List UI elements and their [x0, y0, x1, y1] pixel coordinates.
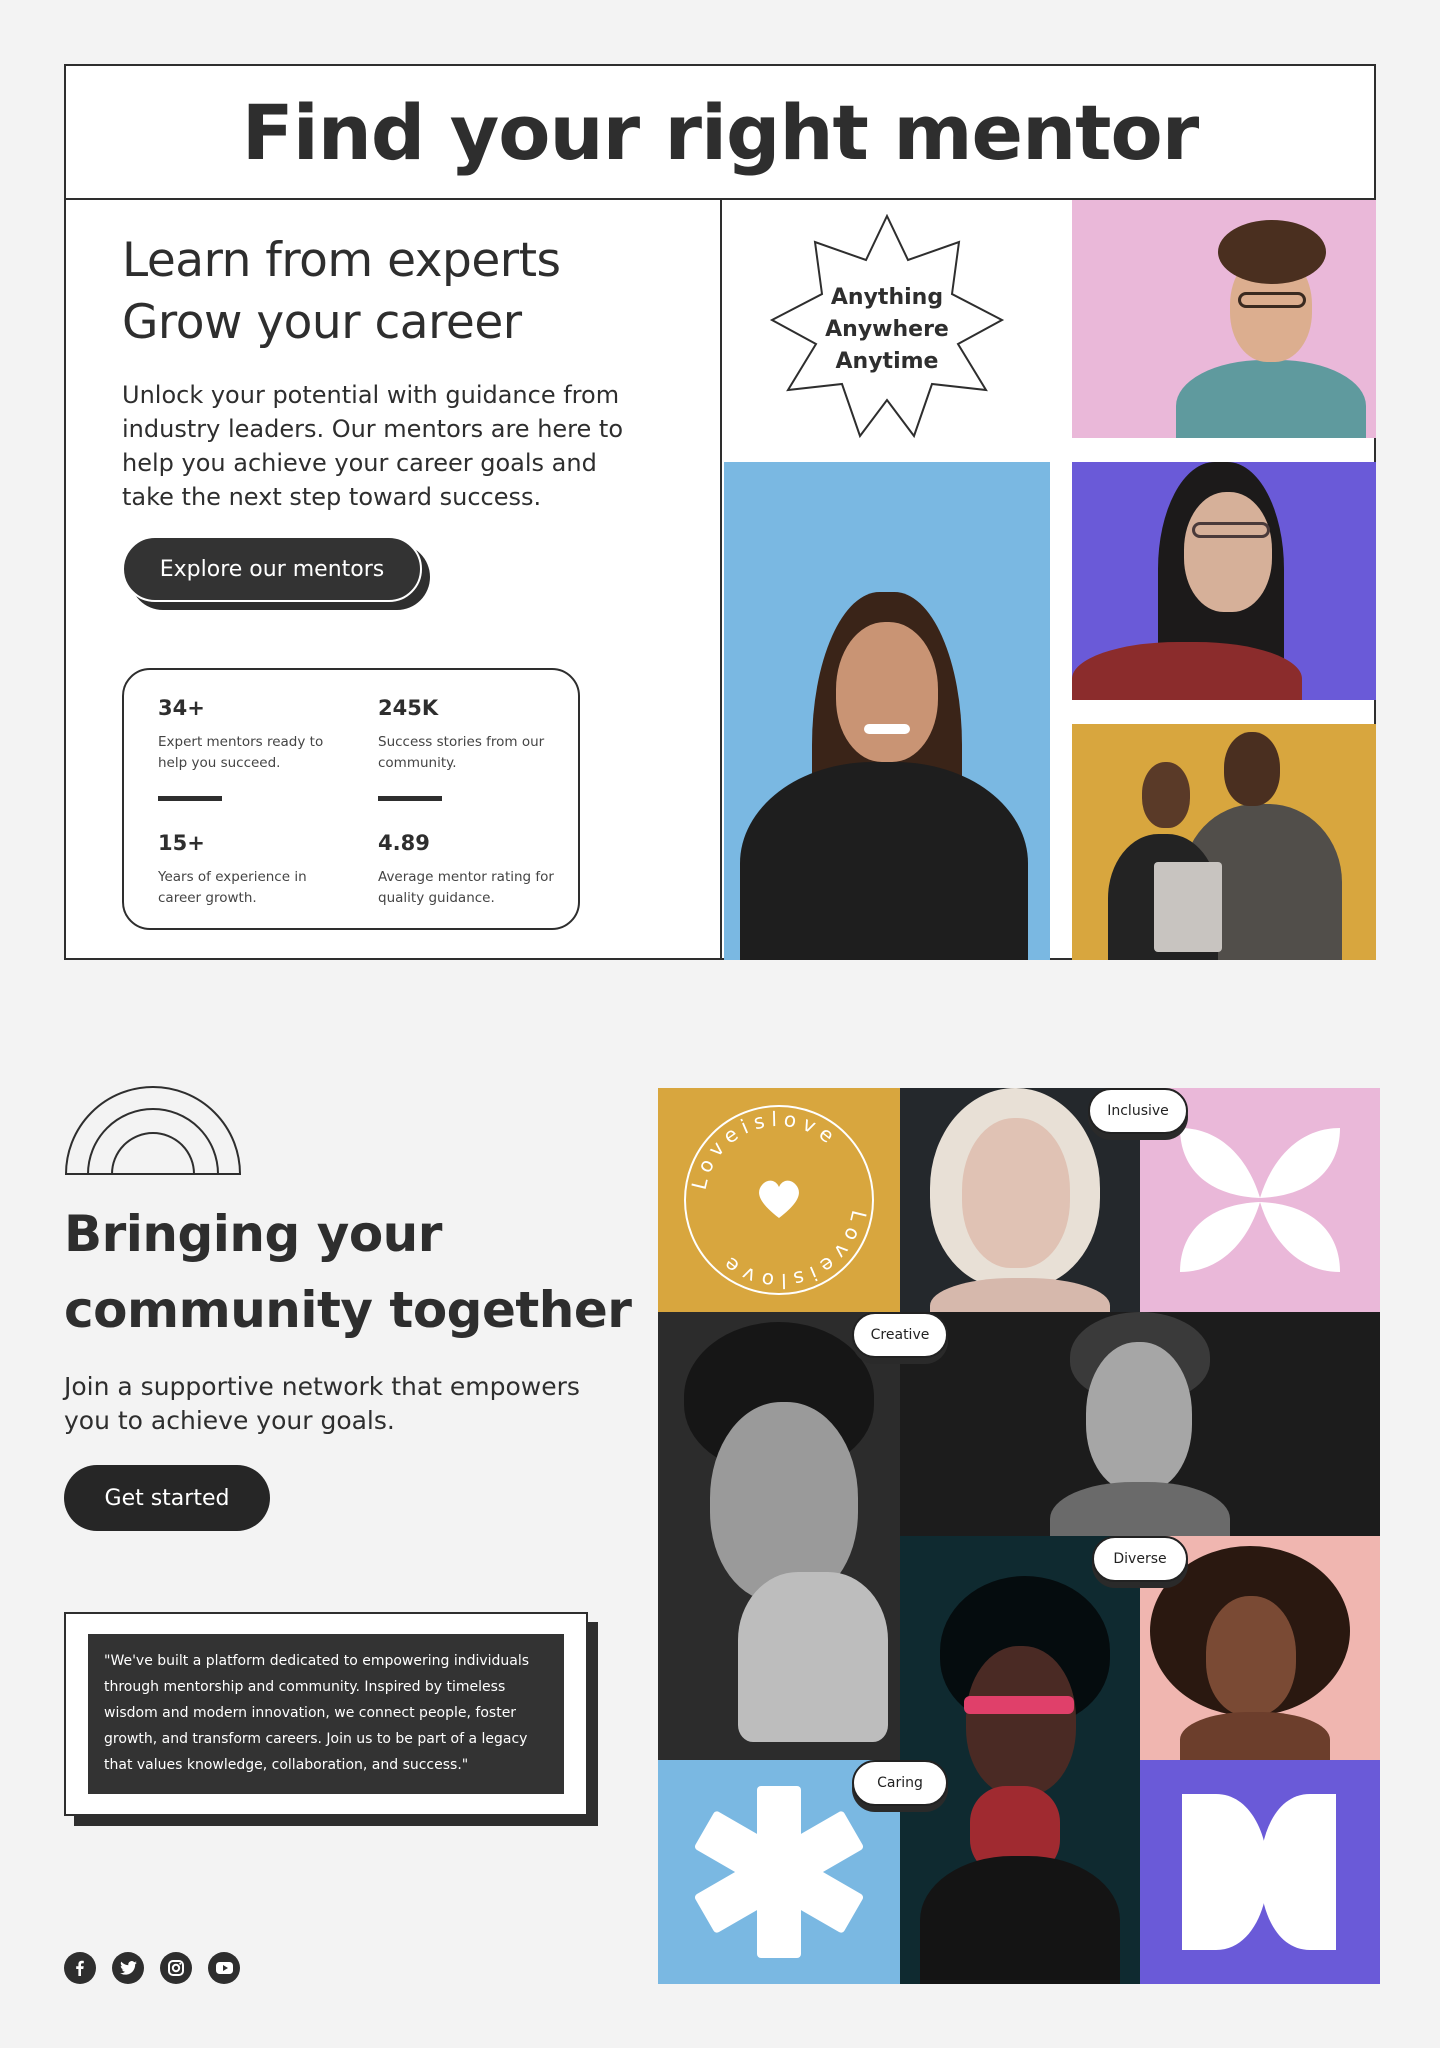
stat-stories: 245K Success stories from our community. — [378, 696, 558, 774]
facebook-icon[interactable] — [64, 1952, 96, 1984]
stats-card: 34+ Expert mentors ready to help you suc… — [122, 668, 580, 930]
mentor-photo-woman-glasses — [1072, 462, 1376, 700]
half-moon-icon — [1182, 1794, 1336, 1950]
stat-mentors: 34+ Expert mentors ready to help you suc… — [158, 696, 338, 774]
community-title: Bringing your community together — [64, 1196, 632, 1348]
portrait-neon-glasses — [900, 1536, 1140, 1984]
stat-description: Average mentor rating for quality guidan… — [378, 869, 554, 906]
youtube-icon[interactable] — [208, 1952, 240, 1984]
instagram-icon[interactable] — [160, 1952, 192, 1984]
starburst-badge: Anything Anywhere Anytime — [724, 200, 1050, 462]
stat-description: Years of experience in career growth. — [158, 869, 307, 906]
twitter-icon[interactable] — [112, 1952, 144, 1984]
explore-mentors-wrapper: Explore our mentors — [122, 536, 430, 610]
hero-content: Learn from experts Grow your career Unlo… — [66, 200, 722, 960]
badge-line: Anytime — [835, 349, 939, 374]
stat-rating: 4.89 Average mentor rating for quality g… — [378, 831, 558, 909]
portrait-short-hair-woman — [900, 1312, 1380, 1536]
community-lead: Join a supportive network that empowers … — [64, 1372, 580, 1435]
badge-text: Anything Anywhere Anytime — [724, 282, 1050, 378]
badge-line: Anything — [830, 285, 944, 310]
explore-mentors-button[interactable]: Explore our mentors — [122, 536, 422, 602]
svg-text:Loveislove: Loveislove — [687, 1107, 844, 1192]
quote-text: "We've built a platform dedicated to emp… — [88, 1634, 564, 1794]
stamp-graphic: Loveislove Loveislove — [684, 1105, 874, 1295]
headline-line-2: Grow your career — [122, 295, 522, 350]
stat-value: 4.89 — [378, 831, 430, 855]
tag-caring[interactable]: Caring — [852, 1760, 948, 1806]
tag-inclusive[interactable]: Inclusive — [1088, 1088, 1188, 1134]
mentor-photo-grid: Anything Anywhere Anytime — [724, 200, 1376, 960]
svg-text:Loveislove: Loveislove — [714, 1208, 871, 1293]
testimonial-quote-card: "We've built a platform dedicated to emp… — [64, 1612, 588, 1816]
stamp-text: Loveislove — [687, 1107, 838, 1192]
mentor-photo-couple — [1072, 724, 1376, 960]
half-moon-shape-tile — [1140, 1760, 1380, 1984]
tag-creative[interactable]: Creative — [852, 1312, 948, 1358]
title-line-1: Bringing your — [64, 1205, 442, 1263]
mentor-photo-man-curly — [1072, 200, 1376, 438]
rainbow-arch-icon — [64, 1086, 242, 1175]
hero-headline: Learn from experts Grow your career — [122, 230, 561, 354]
social-links — [64, 1952, 240, 1984]
stat-description: Success stories from our community. — [378, 734, 545, 771]
heart-icon — [759, 1180, 799, 1218]
stat-value: 245K — [378, 696, 439, 720]
stat-experience: 15+ Years of experience in career growth… — [158, 831, 338, 909]
hero-intro: Unlock your potential with guidance from… — [122, 381, 623, 511]
divider — [158, 796, 222, 801]
love-is-love-stamp: Loveislove Loveislove — [658, 1088, 900, 1312]
headline-line-1: Learn from experts — [122, 233, 561, 288]
tag-diverse[interactable]: Diverse — [1092, 1536, 1188, 1582]
badge-line: Anywhere — [825, 317, 949, 342]
stamp-text: Loveislove — [714, 1208, 865, 1293]
page-title: Find your right mentor — [66, 66, 1374, 200]
community-mosaic: Loveislove Loveislove Inclusive Creative… — [658, 1088, 1380, 1984]
stat-value: 15+ — [158, 831, 205, 855]
divider — [378, 796, 442, 801]
portrait-curly-man-bw — [658, 1312, 900, 1760]
stat-value: 34+ — [158, 696, 205, 720]
mentor-photo-woman-long-hair — [724, 462, 1050, 960]
title-line-2: community together — [64, 1281, 632, 1339]
mentor-hero-card: Find your right mentor Learn from expert… — [64, 64, 1376, 960]
get-started-button[interactable]: Get started — [64, 1465, 270, 1531]
stat-description: Expert mentors ready to help you succeed… — [158, 734, 324, 771]
